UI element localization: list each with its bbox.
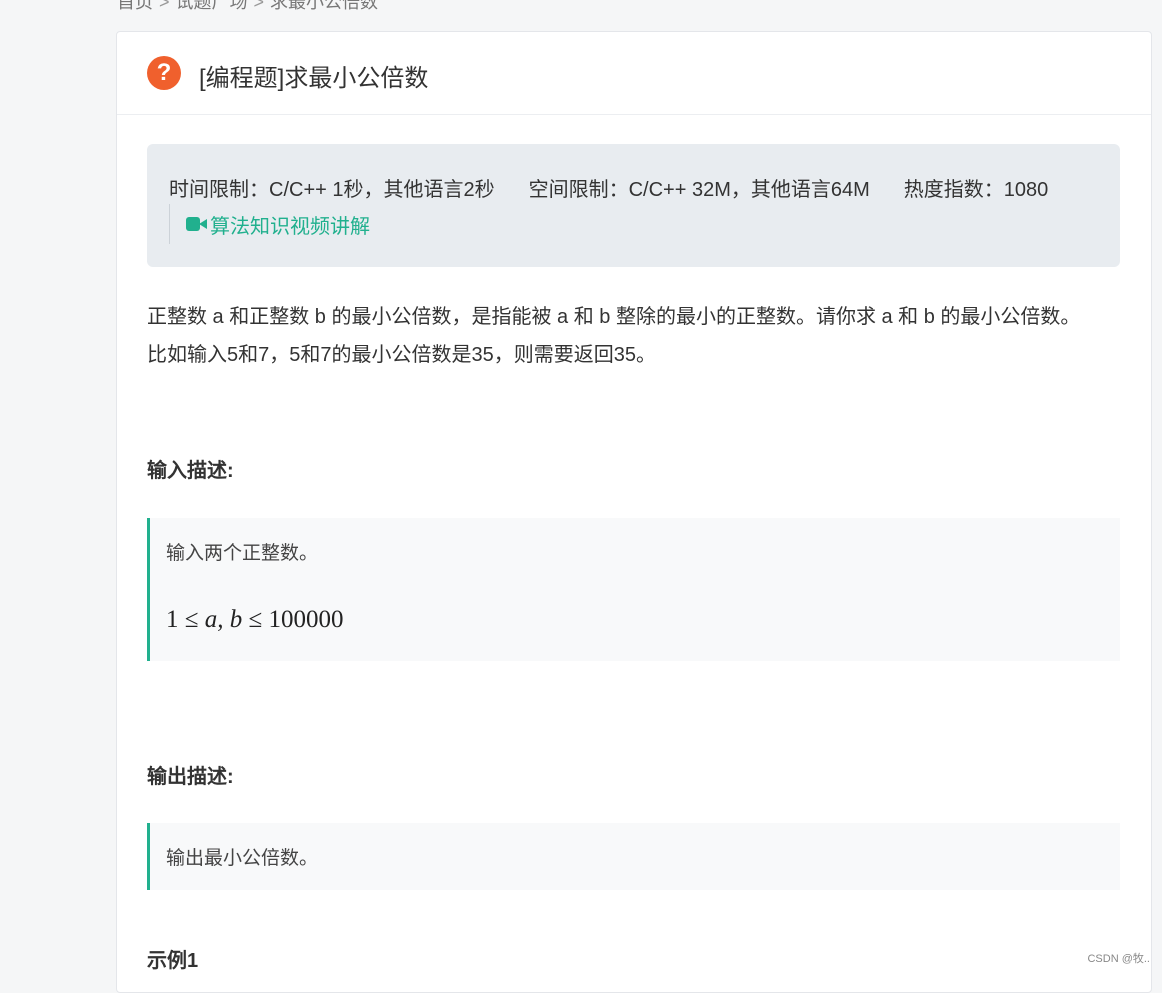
limits-row: 时间限制：C/C++ 1秒，其他语言2秒 空间限制：C/C++ 32M，其他语言6… <box>169 173 1048 202</box>
breadcrumb-home[interactable]: 首页 <box>117 0 153 12</box>
example-title: 示例1 <box>147 950 199 972</box>
description-line: 比如输入5和7，5和7的最小公倍数是35，则需要返回35。 <box>147 344 656 366</box>
output-description-box: 输出最小公倍数。 <box>147 823 1120 890</box>
constraint-upper: 100000 <box>268 606 344 633</box>
constraint-lower: 1 <box>166 606 179 633</box>
description-line: 正整数 a 和正整数 b 的最小公倍数，是指能被 a 和 b 整除的最小的正整数… <box>147 306 1081 328</box>
video-camera-icon <box>186 216 208 232</box>
breadcrumb-separator: > <box>253 0 265 12</box>
input-description-box: 输入两个正整数。 1 ≤ a, b ≤ 100000 <box>147 518 1120 661</box>
input-description-text: 输入两个正整数。 <box>166 542 319 564</box>
output-description-title: 输出描述: <box>147 766 234 788</box>
video-explanation-link[interactable]: 算法知识视频讲解 <box>169 204 370 244</box>
question-circle-icon: ? <box>147 56 181 90</box>
input-constraint: 1 ≤ a, b ≤ 100000 <box>166 606 343 634</box>
heat-index: 热度指数：1080 <box>903 179 1049 201</box>
space-limit: 空间限制：C/C++ 32M，其他语言64M <box>528 179 870 201</box>
limits-panel: 时间限制：C/C++ 1秒，其他语言2秒 空间限制：C/C++ 32M，其他语言6… <box>147 144 1120 267</box>
watermark: CSDN @牧.. <box>1087 953 1150 965</box>
constraint-le-symbol: ≤ <box>184 606 199 633</box>
question-header: ? [编程题]求最小公倍数 <box>117 32 1151 115</box>
time-limit: 时间限制：C/C++ 1秒，其他语言2秒 <box>169 179 495 201</box>
breadcrumb-current: 求最小公倍数 <box>270 0 379 12</box>
constraint-le-symbol: ≤ <box>248 606 263 633</box>
question-card: ? [编程题]求最小公倍数 时间限制：C/C++ 1秒，其他语言2秒 空间限制：C… <box>116 31 1152 993</box>
input-description-title: 输入描述: <box>147 460 234 482</box>
breadcrumb: 首页 > 试题广场 > 求最小公倍数 <box>117 0 378 14</box>
breadcrumb-separator: > <box>159 0 170 12</box>
problem-description: 正整数 a 和正整数 b 的最小公倍数，是指能被 a 和 b 整除的最小的正整数… <box>147 298 1097 374</box>
output-description-text: 输出最小公倍数。 <box>166 847 319 869</box>
video-link-label: 算法知识视频讲解 <box>210 215 370 238</box>
question-title: [编程题]求最小公倍数 <box>199 65 429 92</box>
constraint-variables: a, b <box>204 606 243 633</box>
breadcrumb-question-square[interactable]: 试题广场 <box>176 0 248 12</box>
